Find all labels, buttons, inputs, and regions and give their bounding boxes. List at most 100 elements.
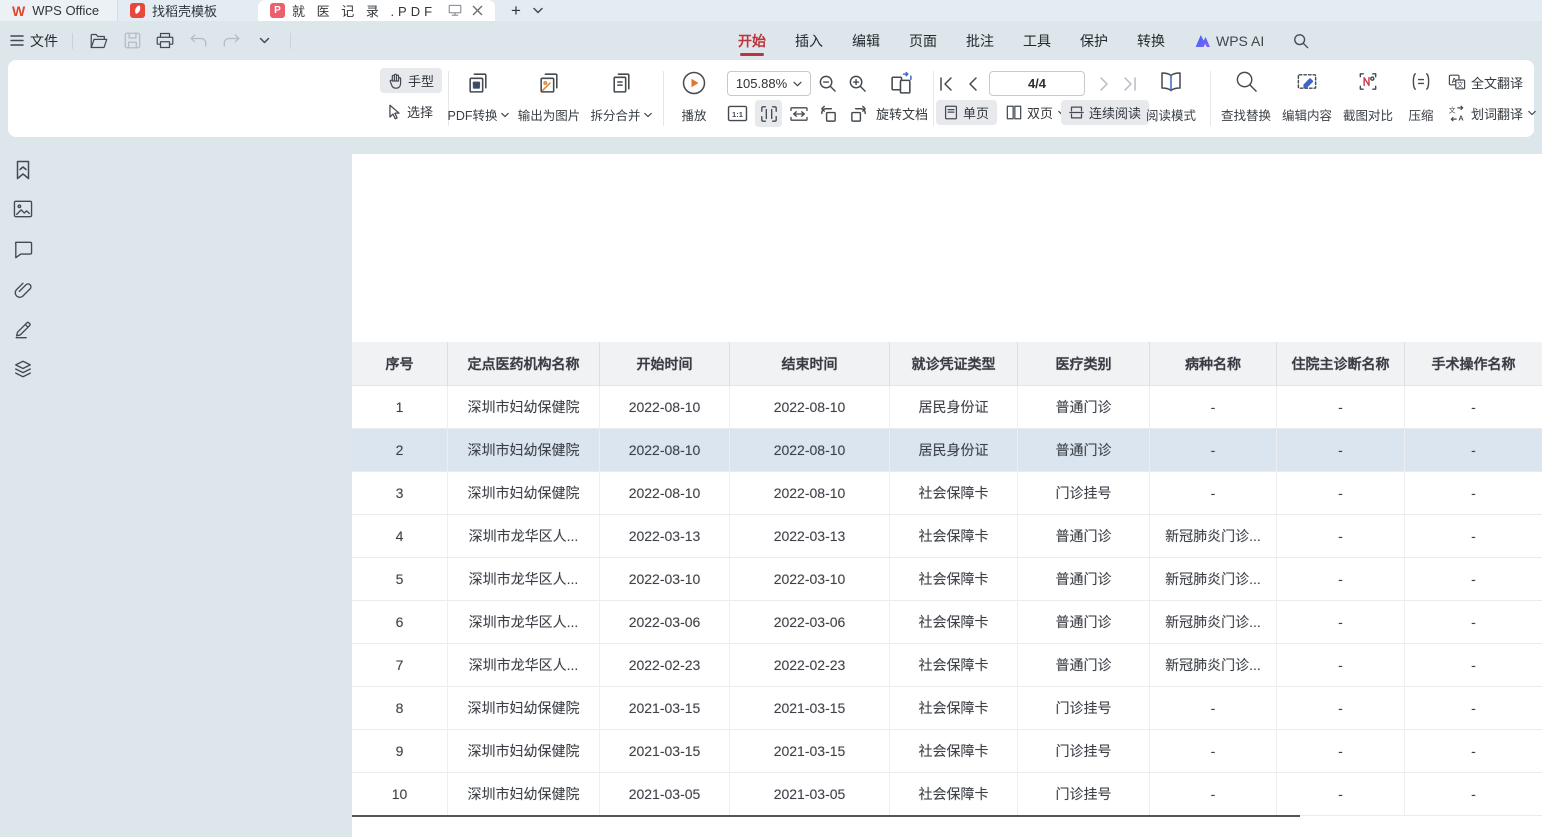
table-cell: 2022-03-06: [600, 601, 730, 644]
table-cell: 5: [352, 558, 448, 601]
signature-panel-button[interactable]: [11, 317, 35, 341]
zoom-out-button[interactable]: [814, 70, 841, 97]
play-button[interactable]: 播放: [670, 66, 718, 130]
menu-convert[interactable]: 转换: [1137, 22, 1165, 60]
file-menu-button[interactable]: 文件: [10, 31, 58, 51]
table-cell: 社会保障卡: [890, 644, 1018, 687]
table-cell: -: [1277, 472, 1405, 515]
tab-docer-templates[interactable]: 找稻壳模板: [118, 0, 251, 21]
ribbon-toolbar: 手型 选择 W PDF转换 输出为图片 拆分合并 播放 105.88% 1:1: [8, 60, 1534, 137]
comments-panel-button[interactable]: [11, 238, 35, 262]
select-tool-button[interactable]: 选择: [380, 99, 441, 124]
table-row: 6深圳市龙华区人...2022-03-062022-03-06社会保障卡普通门诊…: [352, 601, 1542, 644]
menu-comment[interactable]: 批注: [966, 22, 994, 60]
pdf-convert-button[interactable]: W PDF转换: [438, 66, 518, 130]
screenshot-compare-icon: [1356, 70, 1380, 93]
edit-content-button[interactable]: 编辑内容: [1274, 66, 1340, 130]
close-tab-icon[interactable]: [472, 5, 483, 16]
zoom-in-button[interactable]: [844, 70, 871, 97]
hand-tool-button[interactable]: 手型: [380, 68, 442, 93]
single-page-button[interactable]: 单页: [936, 100, 997, 125]
tab-label: WPS Office: [32, 3, 99, 18]
rotate-left-button[interactable]: [815, 100, 842, 127]
table-cell: 深圳市龙华区人...: [448, 558, 600, 601]
fit-page-button[interactable]: [755, 100, 782, 127]
page-indicator-input[interactable]: 4/4: [989, 71, 1085, 96]
thumbnails-panel-button[interactable]: [11, 197, 35, 221]
rotate-right-button[interactable]: [845, 100, 872, 127]
export-image-button[interactable]: 输出为图片: [509, 66, 589, 130]
new-tab-button[interactable]: +: [511, 2, 521, 19]
paperclip-icon: [13, 280, 33, 300]
print-button[interactable]: [153, 29, 177, 53]
actual-size-button[interactable]: 1:1: [724, 100, 751, 127]
table-cell: 社会保障卡: [890, 601, 1018, 644]
table-header-cell: 序号: [352, 342, 448, 386]
present-screen-icon[interactable]: [448, 4, 462, 17]
word-translate-button[interactable]: 文A 划词翻译: [1448, 101, 1536, 125]
screenshot-compare-button[interactable]: 截图对比: [1335, 66, 1401, 130]
zoom-level-dropdown[interactable]: 105.88%: [727, 71, 811, 96]
table-cell: 普通门诊: [1018, 429, 1150, 472]
table-cell: -: [1150, 773, 1277, 816]
svg-text:文: 文: [1457, 80, 1464, 89]
table-cell: 4: [352, 515, 448, 558]
pdf-page: 序号定点医药机构名称开始时间结束时间就诊凭证类型医疗类别病种名称住院主诊断名称手…: [352, 154, 1542, 837]
full-translate-button[interactable]: A文 全文翻译: [1448, 70, 1523, 94]
redo-button[interactable]: [219, 29, 243, 53]
table-cell: 2022-08-10: [600, 386, 730, 429]
table-cell: 2021-03-15: [600, 730, 730, 773]
split-merge-icon: [609, 70, 634, 95]
table-cell: 6: [352, 601, 448, 644]
attachments-panel-button[interactable]: [11, 278, 35, 302]
layers-panel-button[interactable]: [11, 357, 35, 381]
fit-width-button[interactable]: [785, 100, 812, 127]
menu-insert[interactable]: 插入: [795, 22, 823, 60]
tab-list-chevron-icon[interactable]: [533, 7, 543, 14]
tab-document-active[interactable]: P 就 医 记 录 .PDF: [258, 0, 495, 21]
menu-page[interactable]: 页面: [909, 22, 937, 60]
table-cell: 2022-02-23: [600, 644, 730, 687]
find-replace-button[interactable]: 查找替换: [1213, 66, 1279, 130]
table-cell: -: [1277, 429, 1405, 472]
bookmark-panel-button[interactable]: [11, 158, 35, 182]
wps-logo-icon: W: [12, 3, 25, 19]
compress-button[interactable]: 压缩: [1396, 66, 1446, 130]
table-cell: 2022-02-23: [730, 644, 890, 687]
first-page-button[interactable]: [932, 70, 959, 97]
undo-button[interactable]: [186, 29, 210, 53]
menu-edit[interactable]: 编辑: [852, 22, 880, 60]
prev-page-button[interactable]: [958, 70, 985, 97]
menu-tools[interactable]: 工具: [1023, 22, 1051, 60]
open-file-button[interactable]: [87, 29, 111, 53]
table-header-cell: 就诊凭证类型: [890, 342, 1018, 386]
table-cell: 普通门诊: [1018, 644, 1150, 687]
table-cell: 2021-03-15: [730, 687, 890, 730]
menu-search-icon[interactable]: [1293, 33, 1309, 49]
table-cell: -: [1150, 687, 1277, 730]
next-page-button[interactable]: [1091, 70, 1118, 97]
table-cell: 门诊挂号: [1018, 472, 1150, 515]
table-row: 2深圳市妇幼保健院2022-08-102022-08-10居民身份证普通门诊--…: [352, 429, 1542, 472]
table-cell: 深圳市妇幼保健院: [448, 386, 600, 429]
comment-icon: [13, 241, 33, 259]
menu-wps-ai[interactable]: WPS AI: [1194, 33, 1264, 49]
table-cell: 深圳市妇幼保健院: [448, 687, 600, 730]
rotate-doc-label[interactable]: 旋转文档: [876, 104, 928, 123]
more-actions-chevron-icon[interactable]: [252, 29, 276, 53]
table-row: 4深圳市龙华区人...2022-03-132022-03-13社会保障卡普通门诊…: [352, 515, 1542, 558]
table-cell: 2022-03-10: [730, 558, 890, 601]
table-cell: 社会保障卡: [890, 515, 1018, 558]
tab-wps-office[interactable]: W WPS Office: [0, 0, 118, 21]
save-button[interactable]: [120, 29, 144, 53]
read-mode-button[interactable]: 阅读模式: [1134, 66, 1208, 130]
continuous-pages-icon: [1069, 105, 1084, 120]
menu-home[interactable]: 开始: [738, 22, 766, 60]
split-merge-button[interactable]: 拆分合并: [581, 66, 661, 130]
table-cell: 1: [352, 386, 448, 429]
table-row: 7深圳市龙华区人...2022-02-232022-02-23社会保障卡普通门诊…: [352, 644, 1542, 687]
table-cell: 2: [352, 429, 448, 472]
swap-pages-button[interactable]: [886, 68, 916, 98]
document-title: 就 医 记 录 .PDF: [292, 1, 436, 20]
menu-protect[interactable]: 保护: [1080, 22, 1108, 60]
